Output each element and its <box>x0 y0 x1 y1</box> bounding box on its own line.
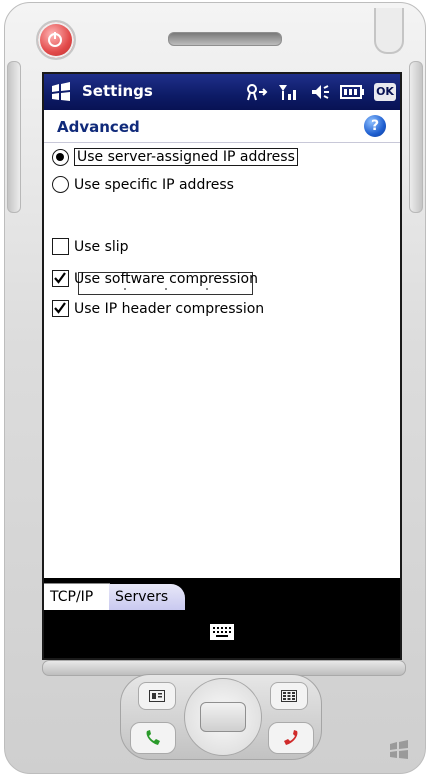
power-button[interactable] <box>36 20 76 60</box>
keyboard-icon[interactable] <box>210 624 234 640</box>
ip-header-compression-checkbox[interactable] <box>52 300 69 317</box>
soft-key-bar <box>44 610 400 658</box>
ip-octet-separator <box>123 288 126 290</box>
start-icon[interactable] <box>50 82 72 102</box>
end-call-button[interactable] <box>268 722 314 754</box>
side-grip-right <box>409 61 423 213</box>
tab-strip: TCP/IP Servers <box>44 578 400 610</box>
page-title: Advanced <box>57 118 140 136</box>
battery-icon[interactable] <box>340 85 364 99</box>
volume-icon[interactable] <box>310 83 330 101</box>
status-icons: OK <box>246 80 396 104</box>
calendar-icon <box>149 690 165 702</box>
server-ip-label[interactable]: Use server-assigned IP address <box>74 148 298 166</box>
use-slip-label[interactable]: Use slip <box>74 239 129 255</box>
software-compression-checkbox[interactable] <box>52 270 69 287</box>
specific-ip-radio[interactable] <box>52 176 69 193</box>
ip-header-compression-option[interactable]: Use IP header compression <box>52 300 264 317</box>
software-compression-label[interactable]: Use software compression <box>74 271 258 287</box>
call-icon <box>146 730 160 745</box>
tab-servers[interactable]: Servers <box>109 584 185 610</box>
connectivity-icon[interactable] <box>246 83 268 101</box>
ip-octet-separator <box>164 288 167 290</box>
windows-logo-icon <box>390 740 408 759</box>
ip-octet-separator <box>205 288 208 290</box>
help-icon[interactable]: ? <box>364 115 386 137</box>
call-button[interactable] <box>130 722 176 754</box>
use-slip-checkbox[interactable] <box>52 238 69 255</box>
tab-tcpip[interactable]: TCP/IP <box>44 583 110 610</box>
end-call-icon <box>284 730 298 745</box>
action-button[interactable] <box>200 702 246 732</box>
power-icon <box>48 32 62 47</box>
ok-button[interactable]: OK <box>374 83 396 101</box>
server-ip-radio[interactable] <box>52 148 69 166</box>
software-compression-option[interactable]: Use software compression <box>52 270 258 287</box>
page-header: Advanced ? <box>44 110 400 143</box>
checkmark-icon <box>54 272 66 284</box>
app-title: Settings <box>82 82 153 100</box>
stylus-slot[interactable] <box>374 8 404 54</box>
screen: Settings OK Advanced ? Use server-assign… <box>42 72 402 660</box>
server-ip-option[interactable]: Use server-assigned IP address <box>52 148 298 166</box>
speaker-slot <box>168 32 282 46</box>
side-grip-left <box>7 61 21 213</box>
right-soft-key[interactable] <box>270 682 308 710</box>
specific-ip-label[interactable]: Use specific IP address <box>74 177 234 193</box>
checkmark-icon <box>54 302 66 314</box>
contacts-icon <box>281 690 297 702</box>
left-soft-key[interactable] <box>138 682 176 710</box>
title-bar: Settings OK <box>44 74 400 110</box>
signal-icon[interactable] <box>278 83 300 101</box>
ip-header-compression-label[interactable]: Use IP header compression <box>74 301 264 317</box>
use-slip-option[interactable]: Use slip <box>52 238 129 255</box>
specific-ip-option[interactable]: Use specific IP address <box>52 176 234 193</box>
